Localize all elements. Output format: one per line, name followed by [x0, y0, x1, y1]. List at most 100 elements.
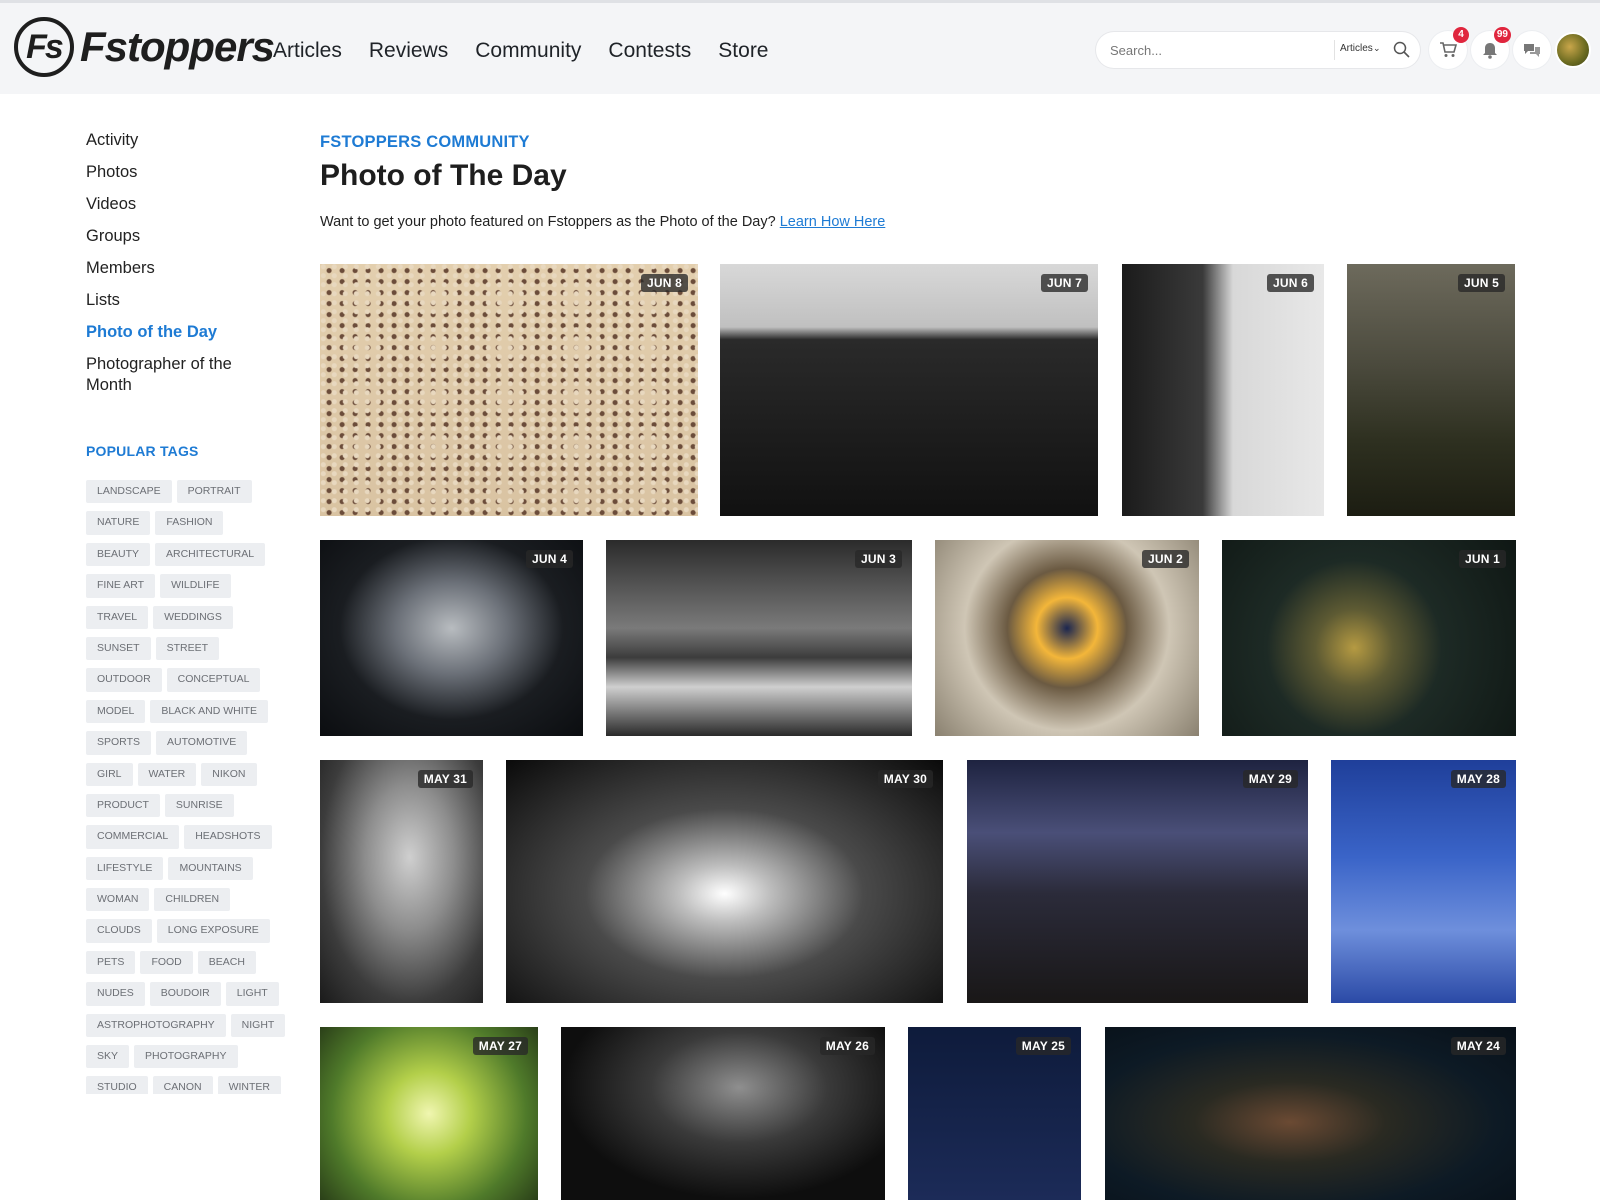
tag-chip[interactable]: MOUNTAINS: [168, 856, 253, 881]
photo-date-badge: JUN 7: [1040, 274, 1088, 292]
tag-chip[interactable]: WATER: [137, 762, 197, 786]
top-bar: Fs Fstoppers Articles Reviews Community …: [0, 0, 1600, 94]
search-input[interactable]: [1110, 40, 1310, 60]
intro-text: Want to get your photo featured on Fstop…: [320, 214, 885, 230]
tag-chip[interactable]: TRAVEL: [86, 605, 149, 629]
user-avatar[interactable]: [1555, 32, 1591, 68]
photo-card[interactable]: JUN 7: [720, 264, 1098, 516]
photo-card[interactable]: JUN 6: [1122, 264, 1324, 516]
photo-card[interactable]: JUN 3: [606, 540, 912, 736]
site-logo[interactable]: Fs Fstoppers: [14, 17, 275, 77]
tag-chip[interactable]: NIKON: [201, 762, 257, 786]
photo-card[interactable]: MAY 26: [561, 1027, 885, 1200]
tag-chip[interactable]: CHILDREN: [154, 888, 231, 912]
tag-chip[interactable]: NIGHT: [230, 1013, 286, 1038]
tag-chip[interactable]: BLACK AND WHITE: [150, 699, 269, 724]
search-icon[interactable]: [1392, 40, 1412, 60]
tag-chip[interactable]: BEACH: [197, 950, 256, 975]
chevron-down-icon[interactable]: ⌄: [1373, 43, 1381, 54]
nav-store[interactable]: Store: [718, 39, 768, 63]
photo-card[interactable]: JUN 5: [1347, 264, 1515, 516]
sidebar: Activity Photos Videos Groups Members Li…: [86, 130, 286, 407]
tag-chip[interactable]: PHOTOGRAPHY: [134, 1045, 238, 1069]
notifications-button[interactable]: 99: [1471, 27, 1511, 69]
tag-chip[interactable]: GIRL: [86, 762, 133, 786]
tag-chip[interactable]: WILDLIFE: [160, 574, 231, 598]
learn-how-link[interactable]: Learn How Here: [780, 214, 886, 230]
photo-card[interactable]: JUN 1: [1222, 540, 1516, 736]
cart-button[interactable]: 4: [1429, 27, 1469, 69]
tag-chip[interactable]: SPORTS: [86, 731, 151, 755]
notifications-badge: 99: [1493, 27, 1511, 43]
photo-card[interactable]: MAY 29: [967, 760, 1308, 1003]
messages-button[interactable]: [1513, 31, 1551, 69]
tag-chip[interactable]: SUNSET: [86, 636, 151, 661]
tag-chip[interactable]: BEAUTY: [86, 542, 151, 567]
photo-card[interactable]: JUN 8: [320, 264, 698, 516]
chat-icon: [1524, 44, 1540, 57]
tag-chip[interactable]: FINE ART: [86, 574, 156, 598]
tag-chip[interactable]: LIFESTYLE: [86, 856, 164, 881]
tag-chip[interactable]: FASHION: [155, 511, 224, 535]
tag-chip[interactable]: NATURE: [86, 511, 151, 535]
nav-articles[interactable]: Articles: [273, 39, 342, 63]
photo-date-badge: MAY 25: [1015, 1037, 1071, 1055]
sidebar-item-groups[interactable]: Groups: [86, 226, 286, 247]
nav-reviews[interactable]: Reviews: [369, 39, 448, 63]
tag-chip[interactable]: OUTDOOR: [86, 668, 162, 692]
tag-chip[interactable]: BOUDOIR: [149, 982, 221, 1006]
sidebar-item-photos[interactable]: Photos: [86, 162, 286, 183]
photo-card[interactable]: MAY 24: [1105, 1027, 1516, 1200]
photo-card[interactable]: MAY 27: [320, 1027, 538, 1200]
sidebar-item-lists[interactable]: Lists: [86, 290, 286, 311]
tag-chip[interactable]: WINTER: [217, 1076, 282, 1094]
tag-chip[interactable]: LANDSCAPE: [86, 480, 172, 504]
photo-card[interactable]: MAY 31: [320, 760, 483, 1003]
tag-chip[interactable]: ASTROPHOTOGRAPHY: [86, 1013, 226, 1038]
photo-card[interactable]: MAY 30: [506, 760, 943, 1003]
sidebar-item-photographer-of-the-month[interactable]: Photographer of the Month: [86, 354, 256, 396]
nav-community[interactable]: Community: [475, 39, 581, 63]
tag-chip[interactable]: FOOD: [140, 950, 193, 975]
tag-chip[interactable]: COMMERCIAL: [86, 825, 180, 849]
tag-chip[interactable]: PETS: [86, 950, 136, 975]
photo-date-badge: JUN 6: [1266, 274, 1314, 292]
photo-card[interactable]: MAY 28: [1331, 760, 1516, 1003]
tag-chip[interactable]: SKY: [86, 1045, 130, 1069]
tag-chip[interactable]: STUDIO: [86, 1076, 148, 1094]
logo-mark: Fs: [14, 17, 74, 77]
tag-chip[interactable]: PORTRAIT: [176, 480, 252, 504]
sidebar-item-activity[interactable]: Activity: [86, 130, 286, 151]
tag-chip[interactable]: ARCHITECTURAL: [155, 542, 266, 567]
tag-chip[interactable]: CANON: [152, 1076, 213, 1094]
tag-chip[interactable]: SUNRISE: [164, 793, 234, 818]
tag-chip[interactable]: CLOUDS: [86, 919, 152, 943]
intro-sentence: Want to get your photo featured on Fstop…: [320, 214, 776, 230]
sidebar-item-members[interactable]: Members: [86, 258, 286, 279]
tag-chip[interactable]: MODEL: [86, 699, 146, 724]
tag-chip[interactable]: HEADSHOTS: [184, 825, 272, 849]
search-scope-select[interactable]: Articles: [1340, 43, 1373, 54]
tag-chip[interactable]: CONCEPTUAL: [166, 668, 261, 692]
photo-date-badge: JUN 8: [640, 274, 688, 292]
tag-chip[interactable]: NUDES: [86, 982, 145, 1006]
tag-chip[interactable]: WEDDINGS: [153, 605, 233, 629]
search-divider: [1334, 40, 1335, 60]
sidebar-item-photo-of-the-day[interactable]: Photo of the Day: [86, 322, 286, 343]
popular-tags-list: LANDSCAPE PORTRAIT NATURE FASHION BEAUTY ARCH…: [86, 480, 286, 1094]
tag-chip[interactable]: STREET: [155, 636, 220, 661]
tag-chip[interactable]: AUTOMOTIVE: [155, 731, 248, 755]
tag-chip[interactable]: LIGHT: [225, 982, 279, 1006]
section-kicker: FSTOPPERS COMMUNITY: [320, 133, 530, 151]
tag-chip[interactable]: LONG EXPOSURE: [156, 919, 270, 943]
photo-date-badge: MAY 31: [417, 770, 473, 788]
main-nav: Articles Reviews Community Contests Stor…: [273, 39, 796, 63]
popular-tags-title: POPULAR TAGS: [86, 443, 199, 459]
photo-card[interactable]: JUN 4: [320, 540, 583, 736]
sidebar-item-videos[interactable]: Videos: [86, 194, 286, 215]
tag-chip[interactable]: WOMAN: [86, 888, 150, 912]
tag-chip[interactable]: PRODUCT: [86, 793, 160, 818]
nav-contests[interactable]: Contests: [608, 39, 691, 63]
photo-card[interactable]: MAY 25: [908, 1027, 1081, 1200]
photo-card[interactable]: JUN 2: [935, 540, 1199, 736]
